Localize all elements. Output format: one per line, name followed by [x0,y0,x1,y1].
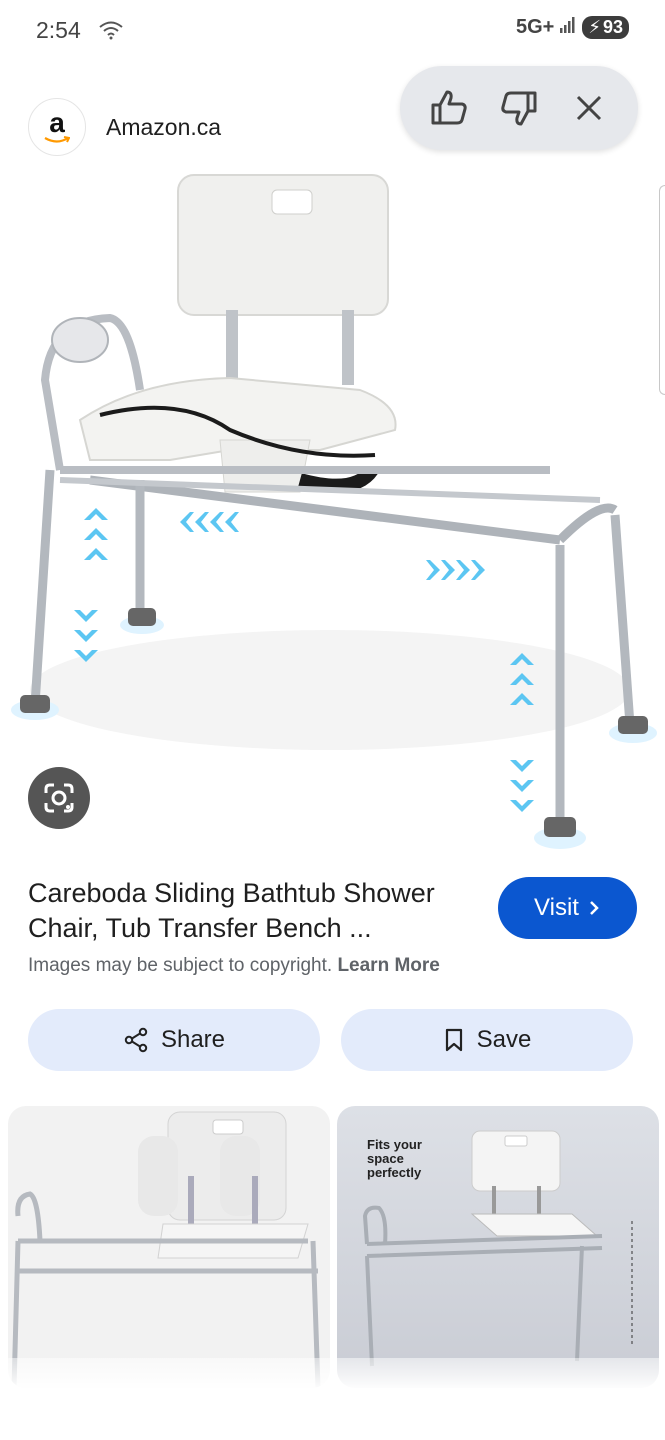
charging-icon: ⚡ [588,17,601,37]
thumbnail-caption: Fits your space perfectly [367,1137,422,1180]
save-label: Save [476,1026,532,1053]
thumbs-up-icon[interactable] [423,82,475,134]
signal-icon [560,16,576,39]
navigation-bar-fade [0,1358,665,1440]
favicon-letter: a [49,107,65,138]
share-label: Share [160,1026,226,1053]
save-button[interactable]: Save [341,1009,633,1071]
source-row[interactable]: a Amazon.ca [28,98,221,156]
battery-indicator: ⚡ 93 [582,16,629,39]
chevron-right-icon [590,901,599,915]
amazon-favicon: a [28,98,86,156]
copyright-text: Images may be subject to copyright. [28,955,333,976]
share-icon [124,1027,148,1053]
feedback-pill [400,66,638,150]
wifi-icon [98,20,124,45]
status-bar: 2:54 5G+ ⚡ 93 [0,0,665,62]
battery-level: 93 [602,17,623,37]
result-title[interactable]: Careboda Sliding Bathtub Shower Chair, T… [28,876,478,946]
source-name[interactable]: Amazon.ca [106,114,221,141]
share-button[interactable]: Share [28,1009,320,1071]
copyright-notice: Images may be subject to copyright. Lear… [28,955,440,977]
amazon-smile-icon [44,136,70,143]
related-image-2[interactable]: Fits your space perfectly [337,1106,659,1388]
visit-button[interactable]: Visit [498,877,637,939]
product-image [11,174,657,849]
google-lens-button[interactable] [28,767,90,829]
close-icon[interactable] [563,82,615,134]
visit-label: Visit [534,894,579,921]
bookmark-icon [445,1028,462,1052]
status-time: 2:54 [36,17,81,43]
learn-more-link[interactable]: Learn More [337,955,439,976]
lens-icon [44,783,74,813]
network-type: 5G+ [515,16,555,38]
thumbnail-image [11,1111,321,1388]
thumbs-down-icon[interactable] [493,82,545,134]
related-image-1[interactable] [8,1106,330,1388]
